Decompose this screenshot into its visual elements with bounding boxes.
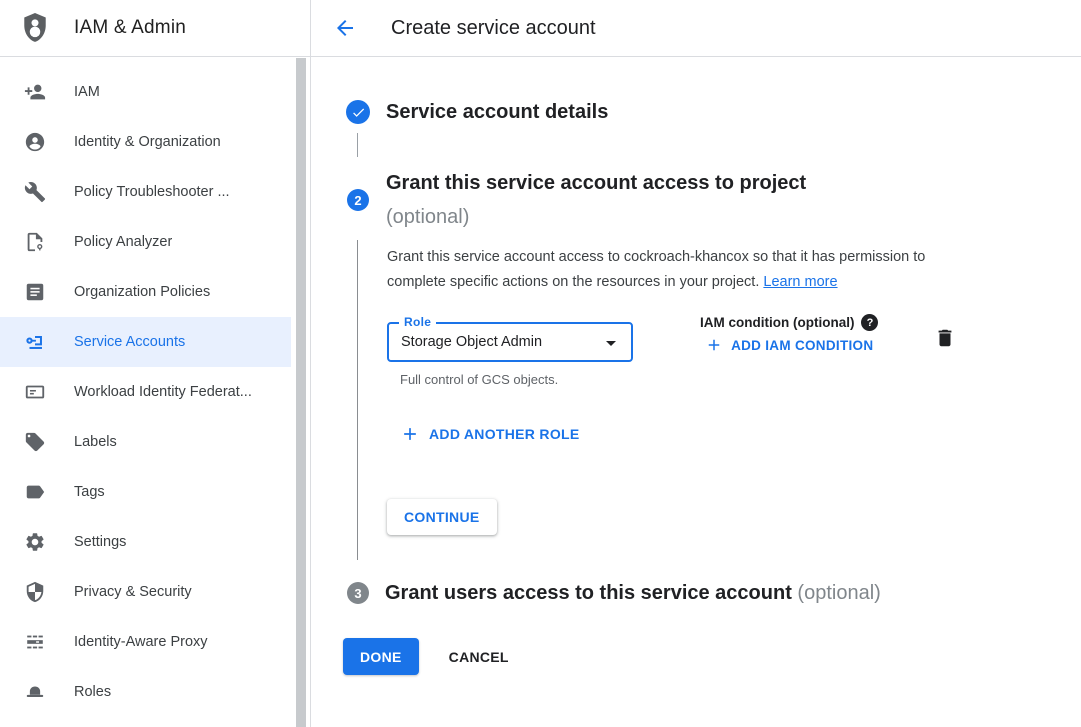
person-circle-icon [24,131,46,153]
back-button[interactable] [333,16,357,40]
step2-description-text: Grant this service account access to coc… [387,249,925,290]
shield-icon [24,581,46,603]
wrench-icon [24,181,46,203]
step3-header[interactable]: 3 Grant users access to this service acc… [346,580,1081,606]
iam-condition-label-row: IAM condition (optional) ? [700,314,878,331]
sidebar-item-organization-policies[interactable]: Organization Policies [0,267,291,317]
shield-person-icon [22,13,48,43]
sidebar-title: IAM & Admin [74,17,186,39]
add-iam-condition-label: ADD IAM CONDITION [731,338,873,353]
page-title: Create service account [391,17,596,40]
iam-condition-label: IAM condition (optional) [700,315,854,330]
step3-title-text: Grant users access to this service accou… [385,582,792,604]
price-tag-icon [24,431,46,453]
sidebar-item-workload-identity-federation[interactable]: Workload Identity Federat... [0,367,291,417]
delete-role-button[interactable] [934,327,958,351]
learn-more-link[interactable]: Learn more [763,274,837,290]
role-select-label: Role [399,315,436,329]
add-another-role-button[interactable]: ADD ANOTHER ROLE [400,424,580,444]
done-button[interactable]: DONE [343,638,419,675]
trash-icon [934,327,956,349]
sidebar-item-label: Policy Analyzer [74,234,172,250]
step1-title: Service account details [386,99,608,125]
plus-icon [705,336,723,354]
id-card-icon [24,381,46,403]
sidebar-item-tags[interactable]: Tags [0,467,291,517]
sidebar-item-label: Roles [74,684,111,700]
step2-body: Grant this service account access to coc… [387,245,1081,535]
step1-completed-icon [346,100,370,124]
main-panel: Create service account Service account d… [311,0,1081,727]
sidebar-item-label: Organization Policies [74,284,210,300]
step3-number-badge: 3 [347,582,369,604]
proxy-icon [24,631,46,653]
gear-icon [24,531,46,553]
chevron-down-icon [599,331,623,355]
app-window: IAM & Admin IAM Identity & Organization … [0,0,1081,727]
hat-icon [24,681,46,703]
wizard-content: Service account details 2 Grant this ser… [311,57,1081,675]
step3-optional-label: (optional) [797,582,880,604]
form-actions: DONE CANCEL [343,638,1081,675]
sidebar-item-label: Identity-Aware Proxy [74,634,208,650]
sidebar-item-label: IAM [74,84,100,100]
label-icon [24,481,46,503]
sidebar-header: IAM & Admin [0,0,310,57]
role-select-value: Storage Object Admin [401,334,542,350]
step3-title: Grant users access to this service accou… [385,580,881,606]
sidebar-item-label: Settings [74,534,126,550]
step2-description: Grant this service account access to coc… [387,245,977,295]
step2-title-text: Grant this service account access to pro… [386,172,806,194]
cancel-button[interactable]: CANCEL [449,649,509,665]
sidebar-item-privacy-security[interactable]: Privacy & Security [0,567,291,617]
sidebar-item-identity-organization[interactable]: Identity & Organization [0,117,291,167]
sidebar-nav: IAM Identity & Organization Policy Troub… [0,57,310,717]
sidebar-item-label: Privacy & Security [74,584,192,600]
sidebar-item-label: Identity & Organization [74,134,221,150]
sidebar-item-iam[interactable]: IAM [0,67,291,117]
sidebar-item-label: Service Accounts [74,334,185,350]
step2-number-badge: 2 [347,189,369,211]
sidebar-item-roles[interactable]: Roles [0,667,291,717]
sidebar-item-label: Labels [74,434,117,450]
arrow-left-icon [333,16,357,40]
role-row: Role Storage Object Admin Full control o… [387,322,1081,387]
sidebar-item-label: Policy Troubleshooter ... [74,184,230,200]
step1-header[interactable]: Service account details [346,99,1081,125]
continue-button[interactable]: CONTINUE [387,499,497,535]
sidebar-item-service-accounts[interactable]: Service Accounts [0,317,291,367]
add-another-role-label: ADD ANOTHER ROLE [429,426,580,442]
help-icon[interactable]: ? [861,314,878,331]
role-select[interactable]: Role Storage Object Admin [387,322,633,362]
plus-icon [400,424,420,444]
step2-title: Grant this service account access to pro… [386,166,806,234]
role-field: Role Storage Object Admin Full control o… [387,322,633,387]
sidebar-item-policy-troubleshooter[interactable]: Policy Troubleshooter ... [0,167,291,217]
sidebar-scrollbar[interactable] [296,58,306,727]
service-account-key-icon [24,331,46,353]
sidebar-item-labels[interactable]: Labels [0,417,291,467]
sidebar: IAM & Admin IAM Identity & Organization … [0,0,311,727]
sidebar-item-label: Workload Identity Federat... [74,384,252,400]
document-gear-icon [24,231,46,253]
topbar: Create service account [311,0,1081,57]
role-helper-text: Full control of GCS objects. [400,372,633,387]
person-add-icon [24,81,46,103]
iam-condition-block: IAM condition (optional) ? ADD IAM CONDI… [700,314,878,354]
add-iam-condition-button[interactable]: ADD IAM CONDITION [705,336,873,354]
step-connector [357,240,358,560]
check-icon [351,105,366,120]
step2-header: 2 Grant this service account access to p… [346,166,1081,234]
sidebar-item-policy-analyzer[interactable]: Policy Analyzer [0,217,291,267]
step2-optional-label: (optional) [386,200,806,234]
step-connector [357,133,358,157]
sidebar-item-settings[interactable]: Settings [0,517,291,567]
sidebar-item-label: Tags [74,484,105,500]
document-lines-icon [24,281,46,303]
sidebar-item-identity-aware-proxy[interactable]: Identity-Aware Proxy [0,617,291,667]
